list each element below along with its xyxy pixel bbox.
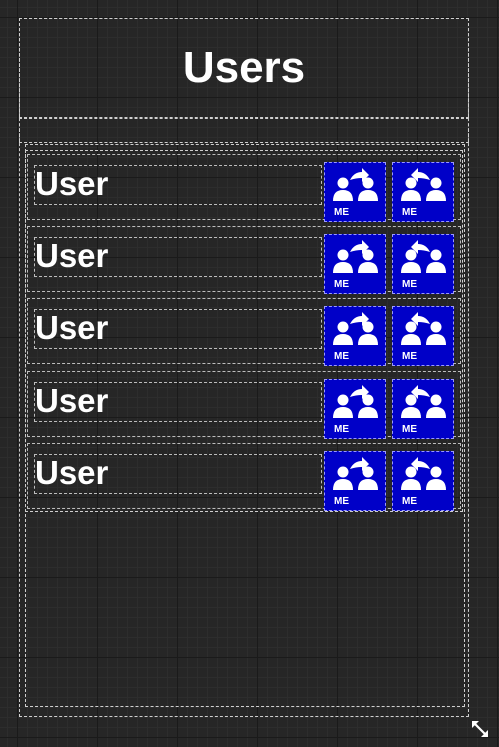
editor-canvas: Users User ME ME User ME ME User ME ME U… bbox=[0, 0, 499, 747]
user-name-label: User bbox=[35, 237, 109, 274]
transfer-to-user-icon: ME bbox=[333, 168, 378, 218]
transfer-to-user-icon: ME bbox=[333, 457, 378, 507]
transfer-to-user-icon: ME bbox=[333, 385, 378, 435]
me-badge: ME bbox=[402, 279, 417, 290]
me-badge: ME bbox=[334, 279, 349, 290]
user-name-label: User bbox=[35, 309, 109, 346]
me-badge: ME bbox=[334, 424, 349, 435]
me-badge: ME bbox=[334, 351, 349, 362]
resize-handle-icon[interactable] bbox=[470, 719, 490, 739]
me-badge: ME bbox=[402, 207, 417, 218]
transfer-to-user-icon: ME bbox=[333, 240, 378, 290]
me-badge: ME bbox=[402, 351, 417, 362]
user-name-label: User bbox=[35, 382, 109, 419]
give-to-me-button[interactable]: ME bbox=[324, 234, 386, 294]
take-from-me-button[interactable]: ME bbox=[392, 234, 454, 294]
transfer-to-user-icon: ME bbox=[333, 312, 378, 362]
header-spacer bbox=[19, 118, 469, 143]
user-row: User ME ME bbox=[27, 443, 461, 511]
take-from-me-button[interactable]: ME bbox=[392, 379, 454, 439]
user-row: User ME ME bbox=[27, 154, 461, 222]
give-to-me-button[interactable]: ME bbox=[324, 162, 386, 222]
panel-title: Users bbox=[182, 43, 306, 92]
give-to-me-button[interactable]: ME bbox=[324, 379, 386, 439]
take-from-me-button[interactable]: ME bbox=[392, 451, 454, 511]
take-from-me-button[interactable]: ME bbox=[392, 162, 454, 222]
me-badge: ME bbox=[334, 496, 349, 507]
user-name-label: User bbox=[35, 454, 109, 491]
user-row: User ME ME bbox=[27, 298, 461, 366]
me-badge: ME bbox=[402, 496, 417, 507]
user-row: User ME ME bbox=[27, 371, 461, 439]
transfer-from-user-icon: ME bbox=[401, 385, 446, 435]
me-badge: ME bbox=[402, 424, 417, 435]
transfer-from-user-icon: ME bbox=[401, 168, 446, 218]
transfer-from-user-icon: ME bbox=[401, 312, 446, 362]
me-badge: ME bbox=[334, 207, 349, 218]
transfer-from-user-icon: ME bbox=[401, 240, 446, 290]
user-name-label: User bbox=[35, 165, 109, 202]
transfer-from-user-icon: ME bbox=[401, 457, 446, 507]
give-to-me-button[interactable]: ME bbox=[324, 306, 386, 366]
user-row: User ME ME bbox=[27, 226, 461, 294]
give-to-me-button[interactable]: ME bbox=[324, 451, 386, 511]
take-from-me-button[interactable]: ME bbox=[392, 306, 454, 366]
